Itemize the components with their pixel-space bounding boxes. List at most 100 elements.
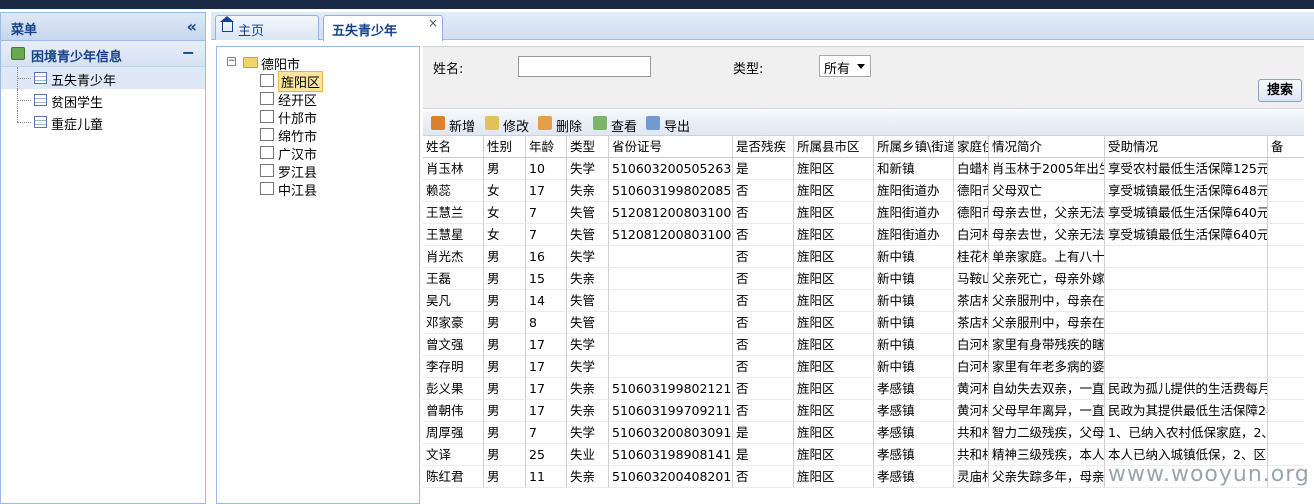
- table-cell: 周厚强: [423, 422, 484, 444]
- accordion-toggle-icon[interactable]: −: [182, 43, 195, 62]
- table-cell: 享受城镇最低生活保障640元/: [1105, 202, 1268, 224]
- table-cell: 否: [733, 268, 794, 290]
- menu-item-pinkun[interactable]: 贫困学生: [1, 89, 205, 111]
- table-cell: [1105, 312, 1268, 334]
- table-cell: 25: [526, 444, 567, 466]
- table-row[interactable]: 曾文强男17失学 否旌阳区新中镇白河村家里有身带残疾的瞎: [423, 334, 1314, 356]
- tree-line: [17, 78, 31, 79]
- delete-button[interactable]: 删除: [538, 115, 588, 135]
- table-cell: 旌阳区: [794, 400, 874, 422]
- table-cell: 失学: [567, 334, 609, 356]
- table-row[interactable]: 周厚强男7失学51060320080309115是旌阳区孝感镇共和村智力二级残疾…: [423, 422, 1314, 444]
- table-cell: 孝感镇: [874, 422, 954, 444]
- table-cell: 旌阳区: [794, 378, 874, 400]
- close-icon[interactable]: ×: [428, 16, 438, 30]
- table-cell: 白河村: [954, 356, 989, 378]
- table-cell: [1105, 268, 1268, 290]
- type-select[interactable]: 所有: [819, 55, 871, 77]
- table-row[interactable]: 曾朝伟男17失亲51060319970921117否旌阳区孝感镇黄河村父母早年离…: [423, 400, 1314, 422]
- table-cell: 失业: [567, 444, 609, 466]
- tree-collapse-icon[interactable]: −: [227, 57, 236, 66]
- column-header[interactable]: 年龄: [526, 136, 567, 158]
- column-header[interactable]: 所属县市区: [794, 136, 874, 158]
- search-button[interactable]: 搜索: [1258, 79, 1302, 102]
- column-header[interactable]: 所属乡镇\街道: [874, 136, 954, 158]
- table-cell: 51060319970921117: [609, 400, 733, 422]
- table-icon: [34, 94, 47, 106]
- column-header[interactable]: 性别: [484, 136, 526, 158]
- tab-bar: 主页 五失青少年 ×: [211, 12, 1314, 41]
- table-cell: 17: [526, 334, 567, 356]
- table-cell: 孝感镇: [874, 466, 954, 488]
- table-cell: 旌阳区: [794, 444, 874, 466]
- table-cell: 父母双亡: [989, 180, 1105, 202]
- table-row[interactable]: 李存明男17失学 否旌阳区新中镇白河村家里有年老多病的婆: [423, 356, 1314, 378]
- table-cell: [1105, 334, 1268, 356]
- table-cell: 16: [526, 246, 567, 268]
- table-cell: 否: [733, 202, 794, 224]
- table-row[interactable]: 邓家豪男8失管 否旌阳区新中镇茶店村父亲服刑中，母亲在: [423, 312, 1314, 334]
- table-cell: 男: [484, 312, 526, 334]
- tree-node-label: 旌阳区: [278, 71, 324, 92]
- table-cell: 自幼失去双亲，一直: [989, 378, 1105, 400]
- table-cell: 李存明: [423, 356, 484, 378]
- tree-node-label: 广汉市: [278, 148, 318, 163]
- table-cell: 赖蕊: [423, 180, 484, 202]
- tree-node-label: 经开区: [278, 94, 318, 109]
- table-cell: 共和村: [954, 444, 989, 466]
- table-row[interactable]: 王慧兰女7失管51208120080310010否旌阳区旌阳街道办德阳市母亲去世…: [423, 202, 1314, 224]
- table-cell: 马鞍山: [954, 268, 989, 290]
- tab-wushi[interactable]: 五失青少年 ×: [323, 15, 443, 41]
- grid-toolbar: 新增 修改 删除 查看 导出: [423, 111, 1314, 136]
- table-cell: 否: [733, 246, 794, 268]
- column-header[interactable]: 姓名: [423, 136, 484, 158]
- edit-button[interactable]: 修改: [485, 115, 535, 135]
- table-row[interactable]: 王磊男15失亲 否旌阳区新中镇马鞍山父亲死亡，母亲外嫁: [423, 268, 1314, 290]
- table-cell: 男: [484, 378, 526, 400]
- export-label: 导出: [664, 120, 691, 135]
- table-cell: 51208120080310010: [609, 202, 733, 224]
- table-cell: 新中镇: [874, 268, 954, 290]
- accordion-header[interactable]: 困境青少年信息 −: [1, 41, 205, 67]
- table-cell: 王磊: [423, 268, 484, 290]
- scrollbar[interactable]: [1304, 46, 1314, 504]
- table-row[interactable]: 彭义果男17失亲51060319980212115否旌阳区孝感镇黄河村自幼失去双…: [423, 378, 1314, 400]
- view-button[interactable]: 查看: [593, 115, 643, 135]
- table-cell: 男: [484, 334, 526, 356]
- export-button[interactable]: 导出: [646, 115, 696, 135]
- table-cell: 孝感镇: [874, 400, 954, 422]
- table-cell: 否: [733, 180, 794, 202]
- table-cell: [609, 334, 733, 356]
- column-header[interactable]: 省份证号: [609, 136, 733, 158]
- table-row[interactable]: 肖光杰男16失学 否旌阳区新中镇桂花村单亲家庭。上有八十: [423, 246, 1314, 268]
- table-cell: 是: [733, 422, 794, 444]
- table-row[interactable]: 肖玉林男10失学51060320050526325是旌阳区和新镇白蜡村肖玉林于2…: [423, 158, 1314, 180]
- name-input[interactable]: [518, 56, 651, 77]
- column-header[interactable]: 情况简介: [989, 136, 1105, 158]
- table-row[interactable]: 王慧星女7失管51208120080310009否旌阳区旌阳街道办白河村母亲去世…: [423, 224, 1314, 246]
- table-cell: 8: [526, 312, 567, 334]
- column-header[interactable]: 类型: [567, 136, 609, 158]
- add-button[interactable]: 新增: [431, 115, 481, 135]
- table-row[interactable]: 赖蕊女17失亲51060319980208594否旌阳区旌阳街道办德阳市父母双亡…: [423, 180, 1314, 202]
- table-cell: 失亲: [567, 466, 609, 488]
- table-cell: 父亲服刑中，母亲在: [989, 290, 1105, 312]
- edit-label: 修改: [503, 120, 530, 135]
- collapse-icon[interactable]: «: [187, 17, 197, 36]
- menu-item-wushi[interactable]: 五失青少年: [1, 67, 205, 89]
- table-cell: 51060319980208594: [609, 180, 733, 202]
- type-label: 类型:: [733, 62, 764, 77]
- table-cell: 是: [733, 158, 794, 180]
- table-row[interactable]: 吴凡男14失管 否旌阳区新中镇茶店村父亲服刑中，母亲在: [423, 290, 1314, 312]
- export-icon: [646, 116, 660, 130]
- tab-home[interactable]: 主页: [215, 15, 319, 40]
- table-cell: [609, 268, 733, 290]
- tree-node-label: 绵竹市: [278, 130, 318, 145]
- table-cell: 失管: [567, 290, 609, 312]
- column-header[interactable]: 是否残疾: [733, 136, 794, 158]
- column-header[interactable]: 家庭住址: [954, 136, 989, 158]
- column-header[interactable]: 受助情况: [1105, 136, 1268, 158]
- table-cell: [609, 290, 733, 312]
- table-cell: 51060319890814117: [609, 444, 733, 466]
- menu-item-zhongzheng[interactable]: 重症儿童: [1, 111, 205, 133]
